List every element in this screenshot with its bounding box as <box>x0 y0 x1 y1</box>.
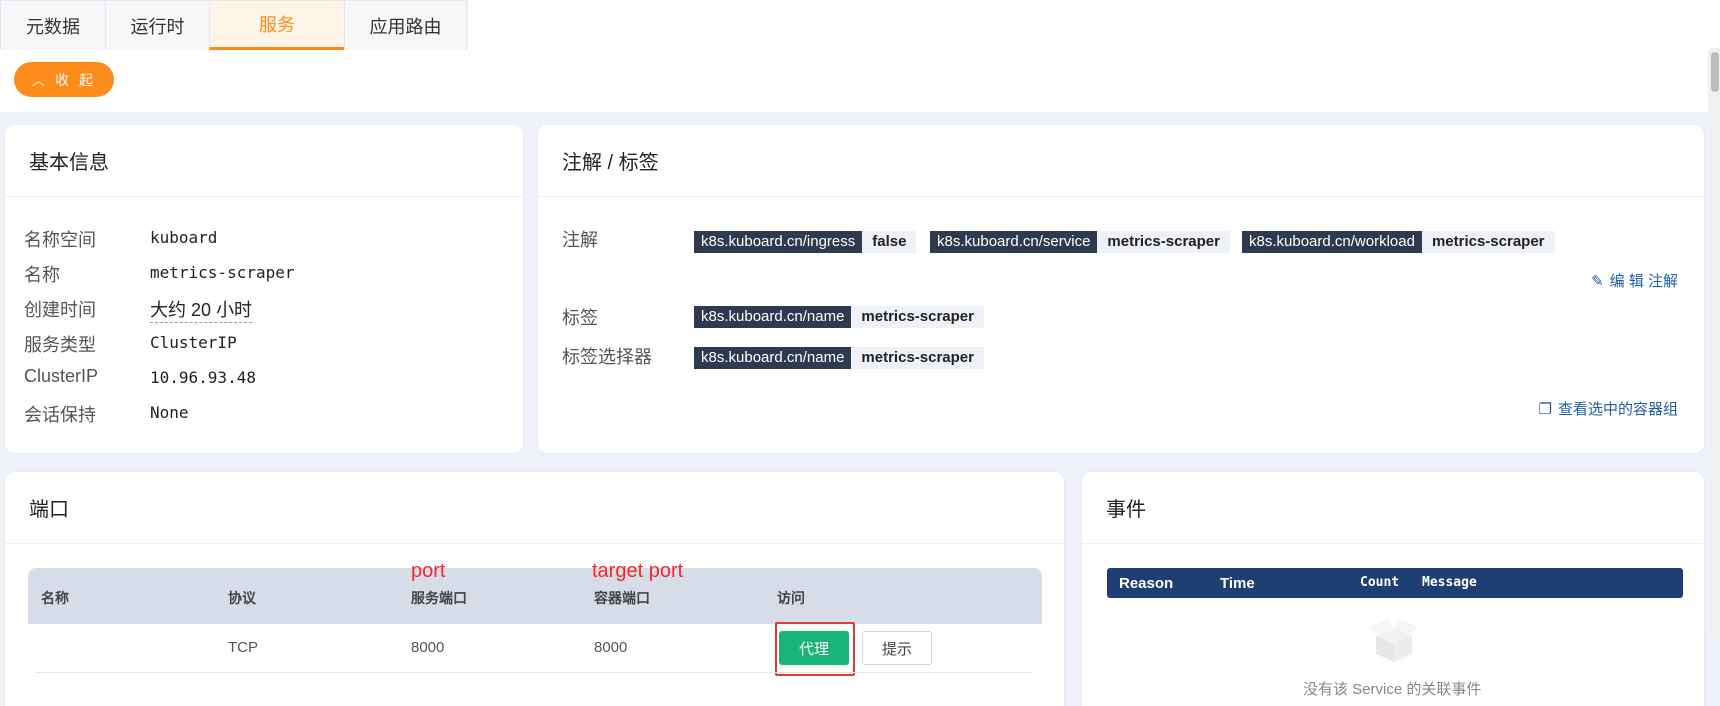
events-table-header: Reason Time Count Message <box>1107 568 1683 598</box>
hint-button[interactable]: 提示 <box>862 631 932 665</box>
column-header-target-port: 容器端口 <box>594 590 650 606</box>
service-detail-page: 元数据 运行时 服务 应用路由 ︿ 收 起 基本信息 名称空间 kuboard … <box>0 0 1720 706</box>
port-annotation-note: port <box>411 560 446 582</box>
tab-bar: 元数据 运行时 服务 应用路由 <box>0 0 467 50</box>
table-row-divider <box>36 672 1032 673</box>
protocol-cell: TCP <box>228 639 258 656</box>
basic-info-title: 基本信息 <box>5 125 523 197</box>
column-header-count: Count <box>1360 575 1400 590</box>
column-header-service-port: 服务端口 <box>411 590 467 606</box>
view-selected-pods-label: 查看选中的容器组 <box>1557 401 1678 418</box>
collapse-button[interactable]: ︿ 收 起 <box>14 62 114 97</box>
info-value: ClusterIP <box>150 333 237 352</box>
tag-key: k8s.kuboard.cn/name <box>694 306 852 328</box>
info-value: 10.96.93.48 <box>150 368 256 387</box>
tab-strip-background <box>468 0 1720 50</box>
tag-value: metrics-scraper <box>851 347 984 369</box>
edit-annotations-label: 编 辑 注解 <box>1609 273 1678 290</box>
tag-value: metrics-scraper <box>851 306 984 328</box>
column-header-access: 访问 <box>777 590 805 606</box>
events-title: 事件 <box>1082 472 1704 544</box>
info-value-created[interactable]: 大约 20 小时 <box>150 296 253 323</box>
annotation-tag: k8s.kuboard.cn/service metrics-scraper <box>930 231 1230 253</box>
info-key: 会话保持 <box>24 405 96 425</box>
copy-icon: ❐ <box>1538 400 1552 418</box>
tab-runtime[interactable]: 运行时 <box>105 0 210 50</box>
tag-value: false <box>862 231 917 253</box>
info-key: 创建时间 <box>24 300 96 320</box>
info-key: 服务类型 <box>24 335 96 355</box>
tag-key: k8s.kuboard.cn/service <box>930 231 1098 253</box>
column-header-name: 名称 <box>41 590 69 606</box>
info-value: metrics-scraper <box>150 263 295 282</box>
tag-key: k8s.kuboard.cn/name <box>694 347 852 369</box>
empty-box-icon <box>1370 620 1418 662</box>
info-key: 名称 <box>24 265 60 285</box>
column-header-protocol: 协议 <box>228 590 256 606</box>
info-value: kuboard <box>150 228 218 247</box>
annotation-tag: k8s.kuboard.cn/workload metrics-scraper <box>1242 231 1555 253</box>
labels-label: 标签 <box>562 308 598 328</box>
annotation-tag: k8s.kuboard.cn/ingress false <box>694 231 917 253</box>
tag-key: k8s.kuboard.cn/workload <box>1242 231 1422 253</box>
column-header-reason: Reason <box>1119 575 1174 592</box>
view-selected-pods-link[interactable]: ❐ 查看选中的容器组 <box>1539 398 1678 419</box>
target-port-annotation-note: target port <box>592 560 684 582</box>
proxy-button[interactable]: 代理 <box>779 631 849 665</box>
annotations-label: 注解 <box>562 230 598 250</box>
tag-value: metrics-scraper <box>1097 231 1230 253</box>
info-value: None <box>150 403 189 422</box>
ports-table-header: 名称 协议 服务端口 容器端口 访问 <box>28 568 1042 624</box>
selector-tag: k8s.kuboard.cn/name metrics-scraper <box>694 347 984 369</box>
edit-annotations-link[interactable]: ✎ 编 辑 注解 <box>1591 270 1678 291</box>
events-empty-text: 没有该 Service 的关联事件 <box>1303 681 1482 698</box>
tag-value: metrics-scraper <box>1421 231 1555 253</box>
column-header-message: Message <box>1422 575 1477 590</box>
chevron-up-icon: ︿ <box>32 73 46 88</box>
tab-app-routing[interactable]: 应用路由 <box>344 0 467 50</box>
toolbar: ︿ 收 起 <box>0 50 1708 112</box>
scrollbar-thumb[interactable] <box>1711 52 1719 92</box>
tab-metadata[interactable]: 元数据 <box>0 0 106 50</box>
annotations-title: 注解 / 标签 <box>538 125 1704 197</box>
label-tag: k8s.kuboard.cn/name metrics-scraper <box>694 306 984 328</box>
info-key: ClusterIP <box>24 366 99 386</box>
annotations-card: 注解 / 标签 <box>537 124 1705 454</box>
ports-title: 端口 <box>5 472 1064 544</box>
page-scrollbar[interactable] <box>1710 48 1720 636</box>
service-port-cell: 8000 <box>411 639 445 656</box>
info-key: 名称空间 <box>24 230 96 250</box>
tag-key: k8s.kuboard.cn/ingress <box>694 231 863 253</box>
collapse-label: 收 起 <box>55 71 96 88</box>
target-port-cell: 8000 <box>594 639 628 656</box>
tab-service[interactable]: 服务 <box>209 0 345 50</box>
edit-icon: ✎ <box>1591 272 1604 290</box>
selector-label: 标签选择器 <box>562 347 652 367</box>
column-header-time: Time <box>1220 575 1255 592</box>
